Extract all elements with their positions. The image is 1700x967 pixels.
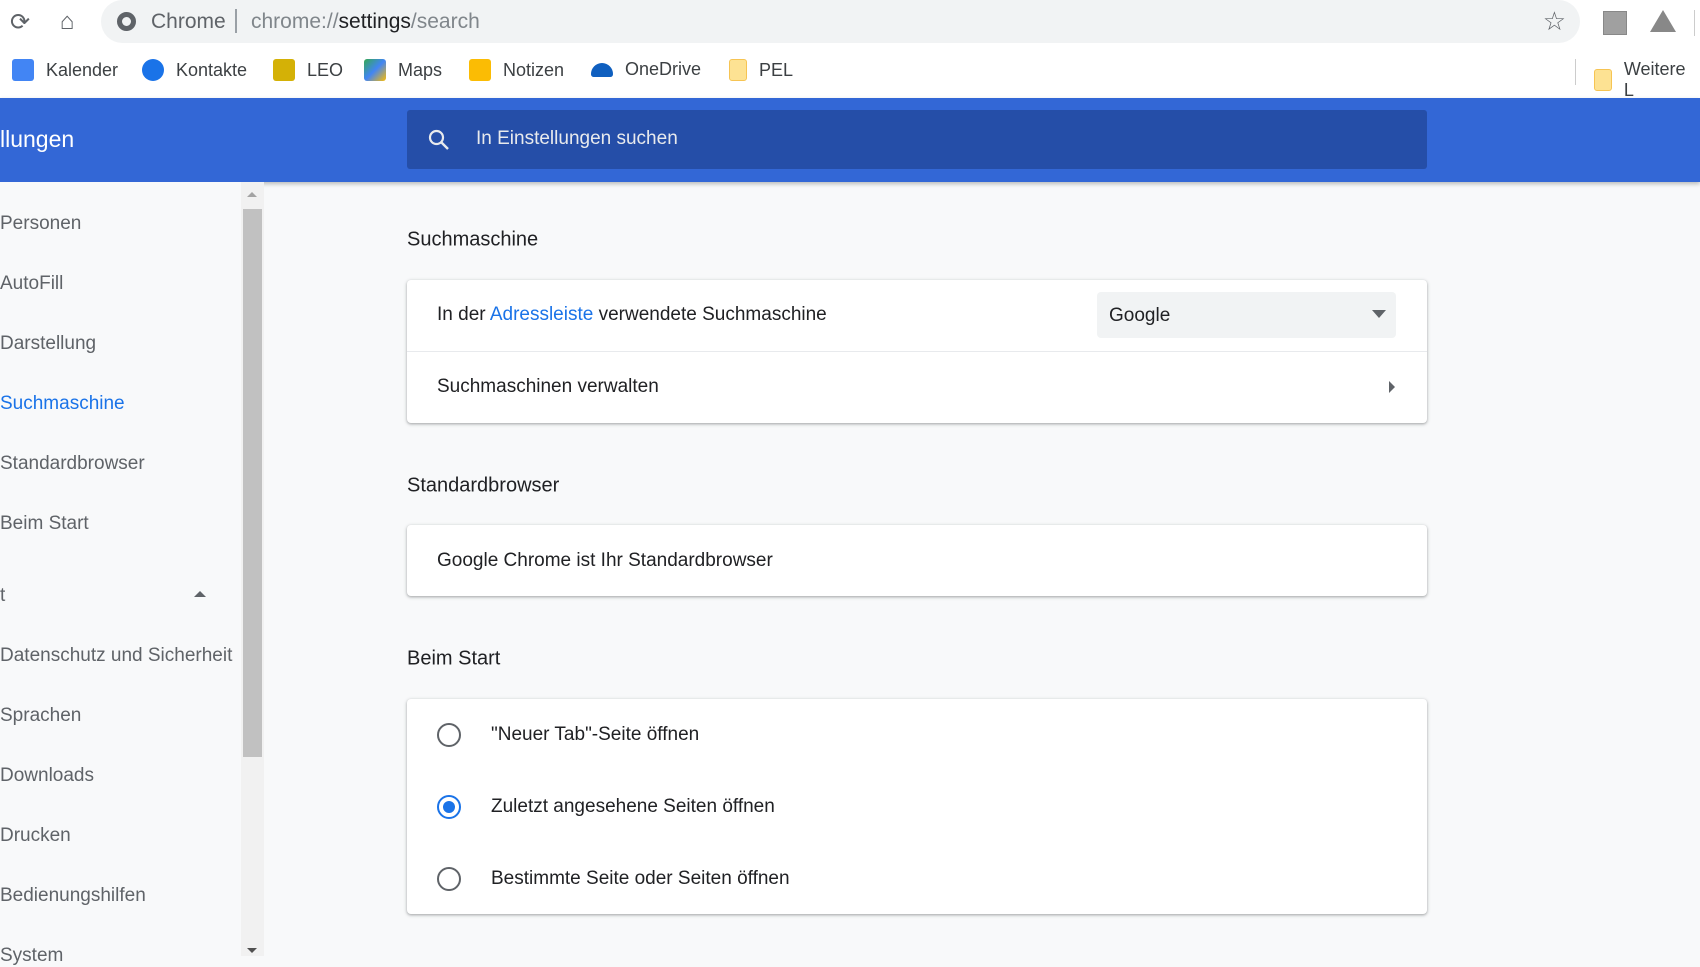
settings-search[interactable] xyxy=(407,110,1427,169)
page-title: llungen xyxy=(0,126,75,152)
omnibox-divider xyxy=(235,9,237,33)
bookmark-label: OneDrive xyxy=(625,59,702,79)
search-engine-select[interactable]: Google xyxy=(1097,292,1396,338)
select-value: Google xyxy=(1109,305,1171,326)
chrome-logo-icon xyxy=(117,12,136,31)
bookmark-label: PEL xyxy=(759,59,794,80)
browser-toolbar: ⟳ ⌂ Chrome chrome://settings/search ☆ xyxy=(0,0,1700,49)
radio-continue[interactable] xyxy=(437,795,461,819)
chevron-right-icon xyxy=(1389,381,1395,393)
address-bar[interactable]: Chrome chrome://settings/search ☆ xyxy=(101,0,1580,43)
calendar-icon xyxy=(12,59,34,81)
dropdown-arrow-icon xyxy=(1372,310,1386,318)
manage-search-engines-label: Suchmaschinen verwalten xyxy=(437,376,659,397)
sidebar-item-suchmaschine[interactable]: Suchmaschine xyxy=(0,393,125,415)
sidebar-item-darstellung[interactable]: Darstellung xyxy=(0,333,96,355)
other-bookmarks[interactable]: Weitere L xyxy=(1594,59,1700,101)
scroll-down-arrow-icon[interactable] xyxy=(247,948,257,953)
url-host: settings xyxy=(338,10,411,33)
sidebar-item-sprachen[interactable]: Sprachen xyxy=(0,705,81,727)
scroll-up-arrow-icon[interactable] xyxy=(247,192,257,197)
radio-label[interactable]: "Neuer Tab"-Seite öffnen xyxy=(491,724,699,746)
home-icon[interactable]: ⌂ xyxy=(53,8,81,36)
bookmark-kalender[interactable]: Kalender xyxy=(12,59,118,81)
bookmark-label: Kalender xyxy=(46,59,119,80)
search-icon xyxy=(428,129,449,150)
bookmark-label: Notizen xyxy=(503,59,565,80)
default-browser-status: Google Chrome ist Ihr Standardbrowser xyxy=(437,550,773,571)
bookmark-kontakte[interactable]: Kontakte xyxy=(142,59,247,81)
star-bookmark-icon[interactable]: ☆ xyxy=(1543,6,1566,37)
collapse-arrow-icon[interactable] xyxy=(194,591,206,597)
search-engine-card: In der Adressleiste verwendete Suchmasch… xyxy=(407,280,1427,423)
search-input[interactable] xyxy=(476,128,1376,150)
bookmarks-bar: Kalender Kontakte LEO Maps Notizen OneDr… xyxy=(0,49,1700,101)
sidebar-item-standardbrowser[interactable]: Standardbrowser xyxy=(0,453,145,475)
section-title-default-browser: Standardbrowser xyxy=(407,474,560,497)
label-text: In der xyxy=(437,304,490,325)
bookmark-label: Kontakte xyxy=(176,59,248,80)
keep-bulb-icon xyxy=(469,59,491,81)
label-text: verwendete Suchmaschine xyxy=(593,304,827,325)
sidebar-item-personen[interactable]: Personen xyxy=(0,213,81,235)
bookmark-label: Maps xyxy=(398,59,443,80)
sidebar-item-advanced[interactable]: t xyxy=(0,585,5,607)
bookmark-maps[interactable]: Maps xyxy=(364,59,442,81)
radio-label[interactable]: Zuletzt angesehene Seiten öffnen xyxy=(491,796,775,818)
radio-specific-pages[interactable] xyxy=(437,867,461,891)
sidebar-item-autofill[interactable]: AutoFill xyxy=(0,273,63,295)
url-scheme: chrome:// xyxy=(251,10,339,33)
leo-lion-icon xyxy=(273,59,295,81)
bookmark-leo[interactable]: LEO xyxy=(273,59,343,81)
settings-header: llungen xyxy=(0,98,1700,182)
sidebar-scrollbar[interactable] xyxy=(241,182,264,956)
reload-icon[interactable]: ⟳ xyxy=(6,8,34,36)
section-title-startup: Beim Start xyxy=(407,647,501,670)
onedrive-cloud-icon xyxy=(591,62,613,77)
drive-extension-icon[interactable] xyxy=(1650,10,1676,32)
bookmark-onedrive[interactable]: OneDrive xyxy=(591,59,701,80)
bookmarks-divider xyxy=(1575,59,1576,85)
sidebar-item-downloads[interactable]: Downloads xyxy=(0,765,94,787)
sidebar-item-bedienungshilfen[interactable]: Bedienungshilfen xyxy=(0,885,146,907)
bookmark-label: Weitere L xyxy=(1623,59,1686,100)
folder-icon xyxy=(1594,69,1612,91)
sidebar-item-system[interactable]: System xyxy=(0,945,63,967)
omnibox-url[interactable]: chrome://settings/search xyxy=(251,10,480,34)
radio-new-tab[interactable] xyxy=(437,723,461,747)
bookmark-label: LEO xyxy=(307,59,344,80)
omnibox-site-label: Chrome xyxy=(151,10,226,33)
sidebar-item-drucken[interactable]: Drucken xyxy=(0,825,71,847)
maps-icon xyxy=(364,59,386,81)
bookmark-notizen[interactable]: Notizen xyxy=(469,59,564,81)
scrollbar-thumb[interactable] xyxy=(243,209,262,757)
sidebar-item-beim-start[interactable]: Beim Start xyxy=(0,513,89,535)
folder-icon xyxy=(729,59,747,81)
adressleiste-link[interactable]: Adressleiste xyxy=(490,304,594,325)
bookmark-pel[interactable]: PEL xyxy=(729,59,793,81)
acrobat-extension-icon[interactable] xyxy=(1603,11,1627,35)
section-title-search-engine: Suchmaschine xyxy=(407,228,539,251)
default-browser-card: Google Chrome ist Ihr Standardbrowser xyxy=(407,525,1427,596)
manage-search-engines-row[interactable]: Suchmaschinen verwalten xyxy=(407,352,1427,423)
search-engine-label: In der Adressleiste verwendete Suchmasch… xyxy=(437,304,827,326)
contacts-icon xyxy=(142,59,164,81)
radio-label[interactable]: Bestimmte Seite oder Seiten öffnen xyxy=(491,868,790,890)
url-path: /search xyxy=(410,10,480,33)
toolbar-divider xyxy=(1694,10,1695,36)
sidebar-item-datenschutz[interactable]: Datenschutz und Sicherheit xyxy=(0,645,232,667)
startup-card: "Neuer Tab"-Seite öffnen Zuletzt angeseh… xyxy=(407,699,1427,914)
